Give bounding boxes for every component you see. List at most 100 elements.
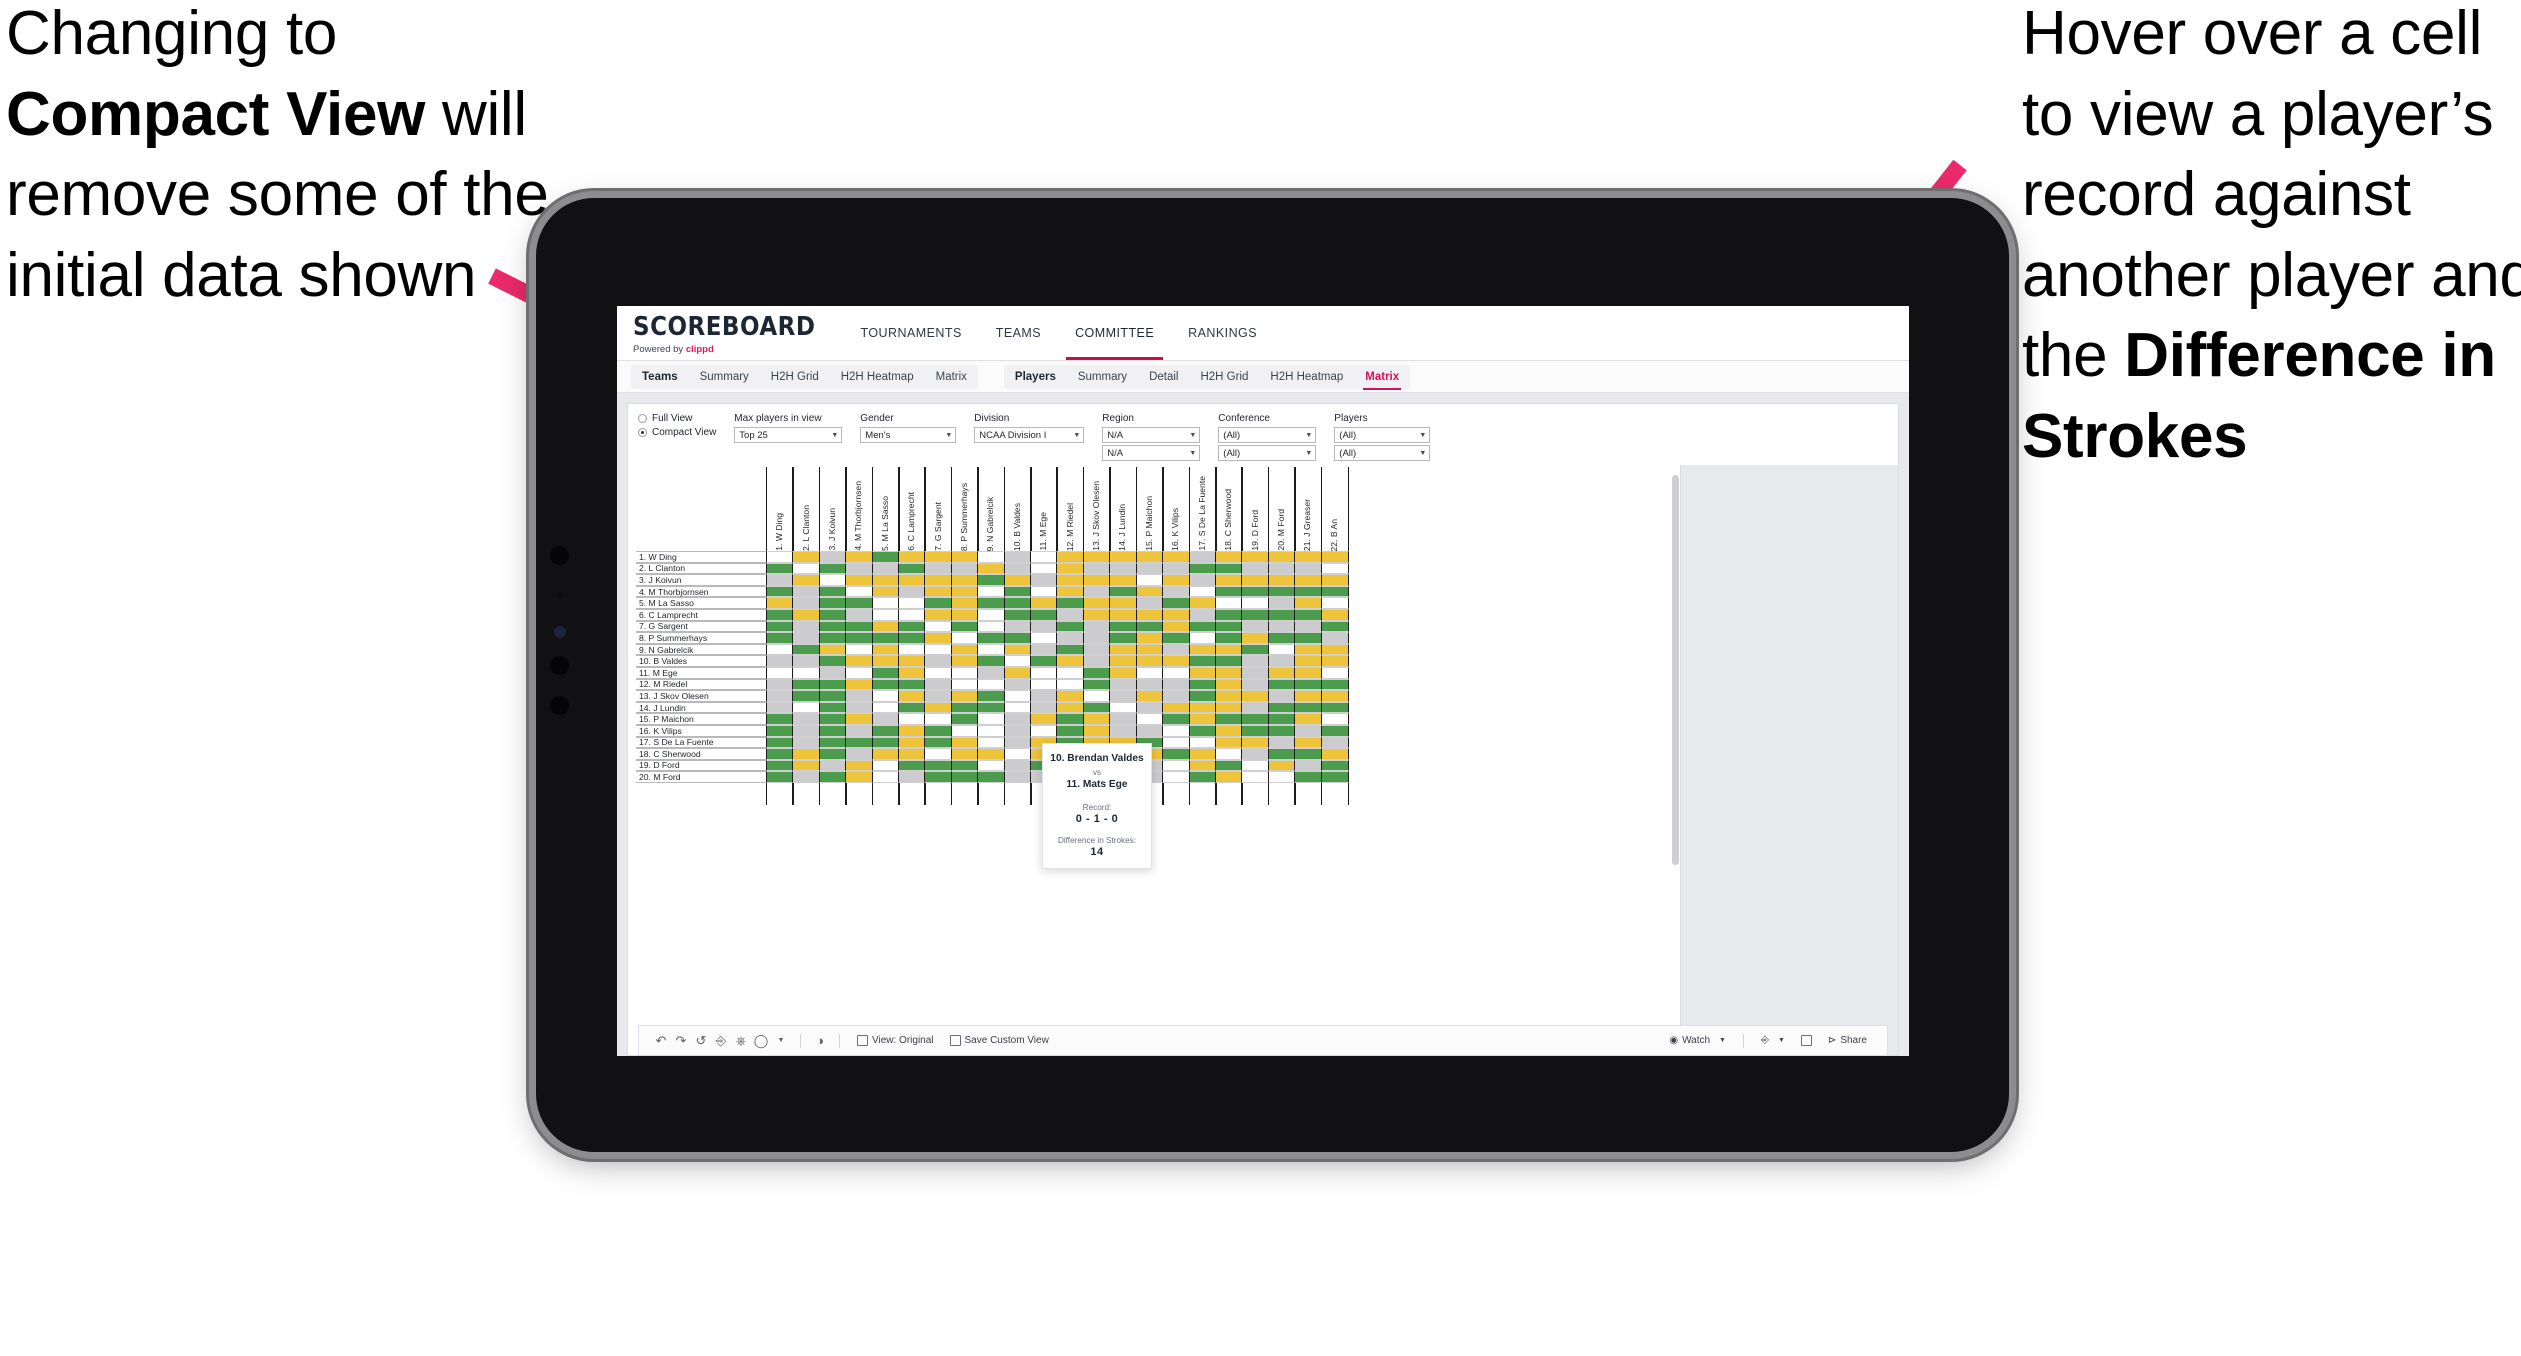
vertical-scrollbar[interactable] — [1672, 475, 1679, 865]
matrix-cell[interactable] — [924, 655, 953, 667]
matrix-cell[interactable] — [1003, 678, 1032, 691]
matrix-cell[interactable] — [1320, 574, 1349, 586]
matrix-cell[interactable] — [845, 585, 874, 598]
matrix-cell[interactable] — [871, 771, 900, 783]
matrix-cell[interactable] — [818, 724, 847, 737]
matrix-cell[interactable] — [950, 748, 979, 760]
matrix-cell[interactable] — [766, 620, 794, 633]
matrix-cell[interactable] — [1241, 643, 1270, 656]
matrix-row-label[interactable]: 12. M Riedel — [636, 678, 766, 691]
matrix-grid[interactable]: 1. W Ding 2. L Clanton 3. J Koivun 4. M Tho… — [636, 467, 1349, 805]
matrix-cell[interactable] — [766, 655, 794, 667]
matrix-column-header[interactable]: 14. J Lundin — [1109, 467, 1138, 551]
matrix-cell[interactable] — [1267, 713, 1296, 725]
matrix-cell[interactable] — [924, 620, 953, 633]
matrix-cell[interactable] — [1162, 701, 1191, 714]
matrix-cell[interactable] — [950, 643, 979, 656]
matrix-cell[interactable] — [898, 666, 927, 679]
matrix-cell[interactable] — [1214, 771, 1243, 783]
matrix-cell[interactable] — [1030, 724, 1059, 737]
matrix-cell[interactable] — [845, 632, 874, 644]
matrix-cell[interactable] — [1214, 562, 1243, 575]
matrix-cell[interactable] — [766, 701, 794, 714]
matrix-cell[interactable] — [977, 551, 1006, 563]
matrix-cell[interactable] — [924, 701, 953, 714]
matrix-cell[interactable] — [1267, 551, 1296, 563]
matrix-cell[interactable] — [1294, 724, 1323, 737]
matrix-cell[interactable] — [1320, 759, 1349, 772]
matrix-cell[interactable] — [1320, 666, 1349, 679]
matrix-cell[interactable] — [792, 574, 821, 586]
matrix-cell[interactable] — [792, 678, 821, 691]
highlight-icon[interactable]: ◑ — [810, 1031, 830, 1051]
matrix-cell[interactable] — [924, 724, 953, 737]
nav-committee[interactable]: COMMITTEE — [1058, 306, 1171, 360]
matrix-cell[interactable] — [1056, 701, 1085, 714]
matrix-cell[interactable] — [1214, 678, 1243, 691]
matrix-cell[interactable] — [792, 551, 821, 563]
matrix-cell[interactable] — [1320, 655, 1349, 667]
matrix-column-header[interactable]: 3. J Koivun — [818, 467, 847, 551]
matrix-cell[interactable] — [845, 701, 874, 714]
matrix-cell[interactable] — [1241, 608, 1270, 621]
matrix-cell[interactable] — [818, 551, 847, 563]
matrix-column-header[interactable]: 2. L Clanton — [792, 467, 821, 551]
matrix-cell[interactable] — [792, 585, 821, 598]
matrix-cell[interactable] — [1241, 713, 1270, 725]
matrix-cell[interactable] — [1162, 678, 1191, 691]
matrix-cell[interactable] — [1056, 690, 1085, 702]
matrix-cell[interactable] — [1082, 597, 1111, 609]
matrix-cell[interactable] — [845, 597, 874, 609]
matrix-cell[interactable] — [1188, 620, 1217, 633]
matrix-column-header[interactable]: 11. M Ege — [1030, 467, 1059, 551]
matrix-cell[interactable] — [1030, 585, 1059, 598]
device-preview-button[interactable]: ⎆ ▼ — [1753, 1035, 1793, 1046]
matrix-row-label[interactable]: 20. M Ford — [636, 771, 766, 783]
matrix-cell[interactable] — [792, 736, 821, 749]
matrix-cell[interactable] — [1030, 666, 1059, 679]
matrix-cell[interactable] — [1056, 666, 1085, 679]
matrix-cell[interactable] — [1267, 748, 1296, 760]
matrix-cell[interactable] — [845, 666, 874, 679]
matrix-cell[interactable] — [1294, 771, 1323, 783]
share-button[interactable]: ⊳ Share — [1820, 1035, 1875, 1046]
matrix-cell[interactable] — [1241, 666, 1270, 679]
subnav-teams-matrix[interactable]: Matrix — [925, 365, 978, 389]
matrix-cell[interactable] — [898, 574, 927, 586]
matrix-cell[interactable] — [1241, 597, 1270, 609]
matrix-row-label[interactable]: 6. C Lamprecht — [636, 608, 766, 621]
matrix-cell[interactable] — [1188, 574, 1217, 586]
matrix-cell[interactable] — [1320, 771, 1349, 783]
matrix-cell[interactable] — [1320, 608, 1349, 621]
matrix-cell[interactable] — [1188, 748, 1217, 760]
matrix-cell[interactable] — [1241, 736, 1270, 749]
matrix-cell[interactable] — [1214, 655, 1243, 667]
matrix-cell[interactable] — [871, 701, 900, 714]
view-original-button[interactable]: View: Original — [849, 1035, 942, 1046]
matrix-cell[interactable] — [1082, 655, 1111, 667]
matrix-cell[interactable] — [1109, 666, 1138, 679]
matrix-cell[interactable] — [1109, 713, 1138, 725]
matrix-cell[interactable] — [871, 585, 900, 598]
max-players-select[interactable]: Top 25 ▼ — [734, 427, 843, 443]
matrix-cell[interactable] — [818, 736, 847, 749]
matrix-cell[interactable] — [1162, 748, 1191, 760]
matrix-cell[interactable] — [950, 771, 979, 783]
matrix-column-header[interactable]: 6. C Lamprecht — [898, 467, 927, 551]
matrix-column-header[interactable]: 21. J Greaser — [1294, 467, 1323, 551]
matrix-cell[interactable] — [950, 574, 979, 586]
matrix-cell[interactable] — [818, 759, 847, 772]
fullscreen-button[interactable] — [1793, 1035, 1820, 1046]
matrix-cell[interactable] — [1003, 666, 1032, 679]
matrix-cell[interactable] — [818, 632, 847, 644]
matrix-cell[interactable] — [845, 643, 874, 656]
matrix-cell[interactable] — [1267, 655, 1296, 667]
matrix-column-header[interactable]: 4. M Thorbjornsen — [845, 467, 874, 551]
matrix-cell[interactable] — [977, 608, 1006, 621]
matrix-cell[interactable] — [977, 643, 1006, 656]
matrix-cell[interactable] — [1294, 562, 1323, 575]
matrix-cell[interactable] — [1320, 551, 1349, 563]
matrix-cell[interactable] — [924, 562, 953, 575]
matrix-cell[interactable] — [818, 690, 847, 702]
matrix-row-label[interactable]: 14. J Lundin — [636, 701, 766, 714]
